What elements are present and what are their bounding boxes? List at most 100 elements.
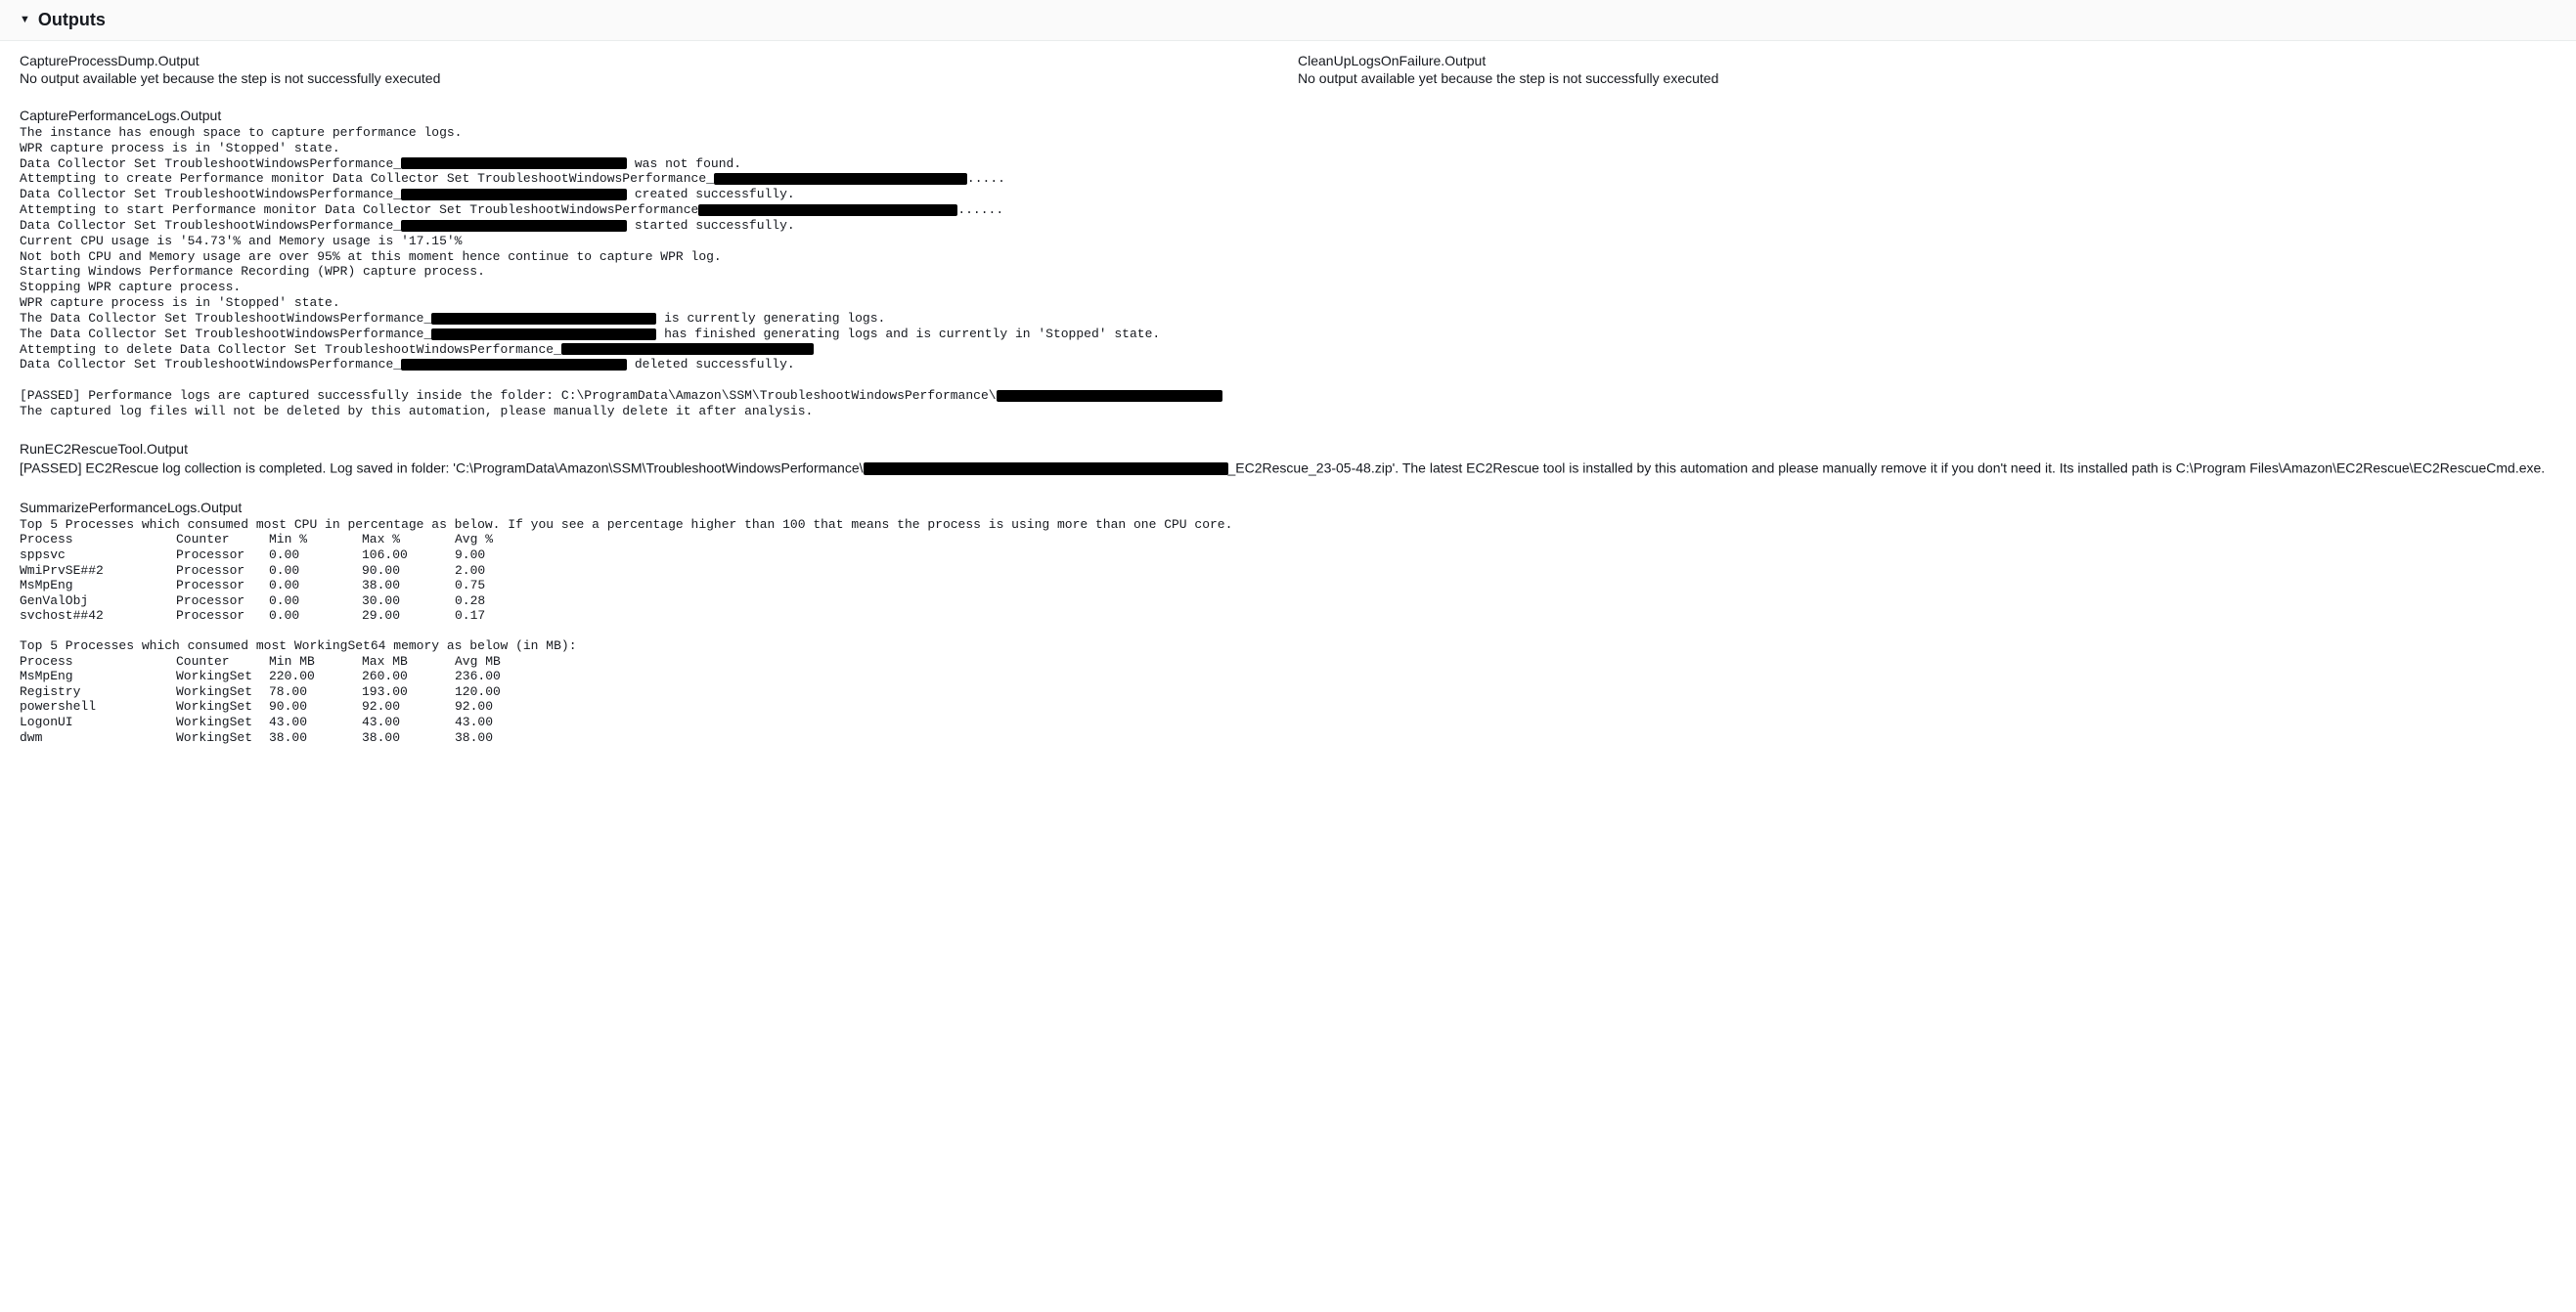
table-header-row: ProcessCounterMin MBMax MBAvg MB: [20, 654, 548, 670]
table-cell: 90.00: [362, 563, 455, 579]
redacted-segment: [864, 462, 1228, 475]
table-cell: powershell: [20, 699, 176, 715]
table-cell: 0.00: [269, 578, 362, 593]
table-cell: 0.17: [455, 608, 548, 624]
table-cell: 260.00: [362, 669, 455, 684]
table-cell: 78.00: [269, 684, 362, 700]
table-row: GenValObjProcessor0.0030.000.28: [20, 593, 548, 609]
table-cell: 43.00: [455, 715, 548, 730]
table-cell: Processor: [176, 578, 269, 593]
redacted-segment: [401, 359, 627, 371]
table-header-cell: Counter: [176, 654, 269, 670]
redacted-segment: [561, 343, 814, 355]
output-line: Attempting to start Performance monitor …: [20, 202, 2556, 218]
redacted-segment: [401, 157, 627, 169]
table-cell: GenValObj: [20, 593, 176, 609]
table-cell: 0.00: [269, 563, 362, 579]
text-segment: _EC2Rescue_23-05-48.zip'. The latest EC2…: [1228, 459, 2546, 475]
summarize-title: SummarizePerformanceLogs.Output: [20, 500, 2556, 515]
redacted-segment: [714, 173, 967, 185]
text-segment: Data Collector Set TroubleshootWindowsPe…: [20, 156, 401, 171]
capture-process-dump-title: CaptureProcessDump.Output: [20, 53, 1278, 68]
capture-performance-block: CapturePerformanceLogs.Output The instan…: [20, 108, 2556, 419]
output-line: Attempting to delete Data Collector Set …: [20, 342, 2556, 358]
table-header-cell: Process: [20, 654, 176, 670]
table-cell: 0.00: [269, 608, 362, 624]
capture-performance-output: The instance has enough space to capture…: [20, 125, 2556, 419]
text-segment: Stopping WPR capture process.: [20, 280, 241, 294]
table-cell: 29.00: [362, 608, 455, 624]
output-line: [PASSED] Performance logs are captured s…: [20, 388, 2556, 404]
text-segment: [PASSED] Performance logs are captured s…: [20, 388, 997, 403]
table-cell: WorkingSet: [176, 699, 269, 715]
text-segment: deleted successfully.: [627, 357, 795, 372]
output-line: WPR capture process is in 'Stopped' stat…: [20, 141, 2556, 156]
text-segment: Starting Windows Performance Recording (…: [20, 264, 485, 279]
output-line: Stopping WPR capture process.: [20, 280, 2556, 295]
table-cell: 0.28: [455, 593, 548, 609]
table-cell: 120.00: [455, 684, 548, 700]
table-row: svchost##42Processor0.0029.000.17: [20, 608, 548, 624]
table-cell: Processor: [176, 608, 269, 624]
table-cell: 92.00: [362, 699, 455, 715]
table-header-cell: Counter: [176, 532, 269, 547]
text-segment: Current CPU usage is '54.73'% and Memory…: [20, 234, 462, 248]
table-cell: 236.00: [455, 669, 548, 684]
table-row: RegistryWorkingSet78.00193.00120.00: [20, 684, 548, 700]
text-segment: Data Collector Set TroubleshootWindowsPe…: [20, 357, 401, 372]
text-segment: The captured log files will not be delet…: [20, 404, 813, 418]
cleanup-logs-msg: No output available yet because the step…: [1298, 70, 2556, 86]
output-line: Data Collector Set TroubleshootWindowsPe…: [20, 357, 2556, 372]
panel-title: Outputs: [38, 10, 106, 30]
table-cell: WmiPrvSE##2: [20, 563, 176, 579]
ec2rescue-title: RunEC2RescueTool.Output: [20, 441, 2556, 457]
text-segment: Not both CPU and Memory usage are over 9…: [20, 249, 722, 264]
output-line: WPR capture process is in 'Stopped' stat…: [20, 295, 2556, 311]
table-cell: 220.00: [269, 669, 362, 684]
table-header-cell: Avg MB: [455, 654, 548, 670]
text-segment: Attempting to delete Data Collector Set …: [20, 342, 561, 357]
redacted-segment: [698, 204, 957, 216]
redacted-segment: [431, 328, 656, 340]
text-segment: was not found.: [627, 156, 741, 171]
table-cell: 30.00: [362, 593, 455, 609]
table-row: sppsvcProcessor0.00106.009.00: [20, 547, 548, 563]
table-cell: WorkingSet: [176, 684, 269, 700]
text-segment: WPR capture process is in 'Stopped' stat…: [20, 295, 340, 310]
text-segment: .....: [967, 171, 1005, 186]
table-header-cell: Max %: [362, 532, 455, 547]
summarize-block: SummarizePerformanceLogs.Output Top 5 Pr…: [20, 500, 2556, 745]
table-cell: 43.00: [269, 715, 362, 730]
table-cell: 38.00: [455, 730, 548, 746]
redacted-segment: [401, 220, 627, 232]
outputs-panel-header[interactable]: ▼ Outputs: [0, 0, 2576, 41]
redacted-segment: [431, 313, 656, 325]
output-line: The instance has enough space to capture…: [20, 125, 2556, 141]
table-cell: 92.00: [455, 699, 548, 715]
text-segment: The Data Collector Set TroubleshootWindo…: [20, 327, 431, 341]
table-header-cell: Min %: [269, 532, 362, 547]
text-segment: Attempting to create Performance monitor…: [20, 171, 714, 186]
table-cell: 2.00: [455, 563, 548, 579]
text-segment: is currently generating logs.: [656, 311, 885, 326]
redacted-segment: [401, 189, 627, 200]
text-segment: The Data Collector Set TroubleshootWindo…: [20, 311, 431, 326]
table-header-cell: Process: [20, 532, 176, 547]
outputs-content: CaptureProcessDump.Output No output avai…: [0, 41, 2576, 768]
table-cell: MsMpEng: [20, 669, 176, 684]
text-segment: Data Collector Set TroubleshootWindowsPe…: [20, 187, 401, 201]
table-cell: 0.00: [269, 593, 362, 609]
output-line: Attempting to create Performance monitor…: [20, 171, 2556, 187]
text-segment: [PASSED] EC2Rescue log collection is com…: [20, 459, 864, 475]
table-row: WmiPrvSE##2Processor0.0090.002.00: [20, 563, 548, 579]
table-cell: sppsvc: [20, 547, 176, 563]
table-cell: Processor: [176, 547, 269, 563]
table-header-row: ProcessCounterMin %Max %Avg %: [20, 532, 548, 547]
table-row: MsMpEngWorkingSet220.00260.00236.00: [20, 669, 548, 684]
output-line: The Data Collector Set TroubleshootWindo…: [20, 311, 2556, 327]
table-cell: WorkingSet: [176, 715, 269, 730]
capture-process-dump-block: CaptureProcessDump.Output No output avai…: [20, 53, 1278, 86]
top-two-col: CaptureProcessDump.Output No output avai…: [20, 53, 2556, 86]
table-cell: 0.75: [455, 578, 548, 593]
text-segment: The instance has enough space to capture…: [20, 125, 462, 140]
